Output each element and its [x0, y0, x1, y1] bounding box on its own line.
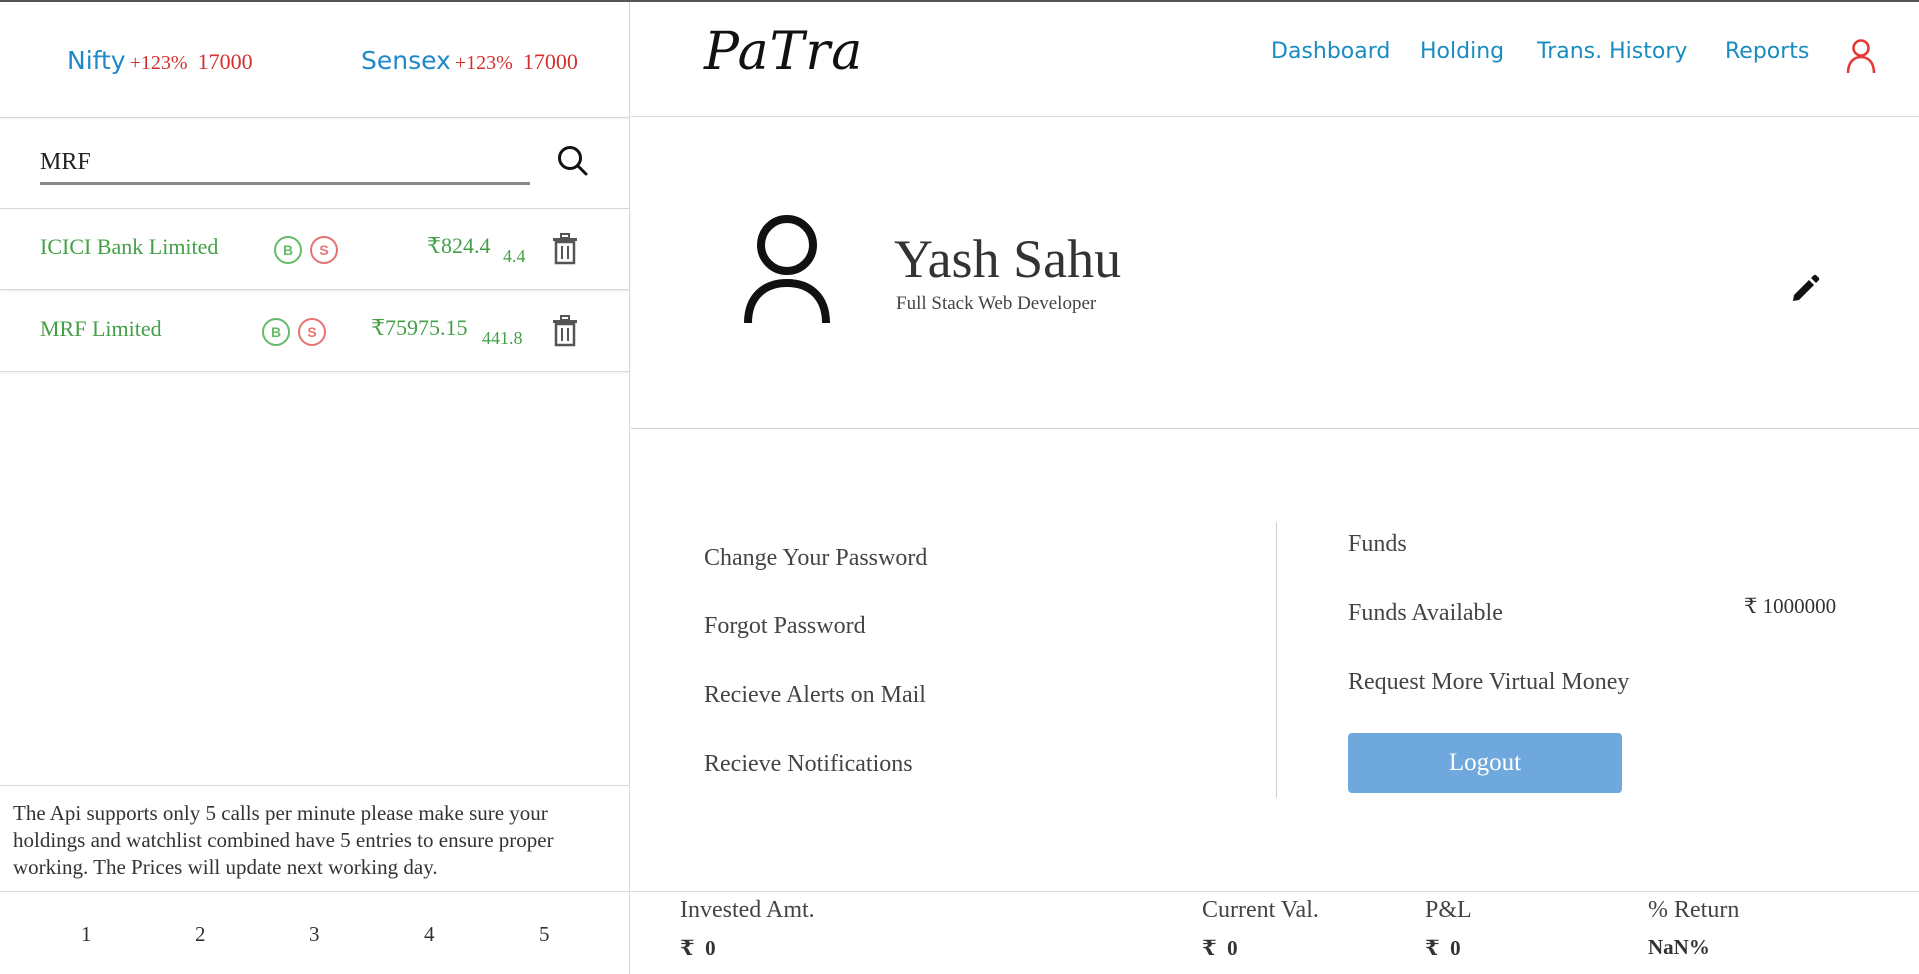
index-ticker-bar: Nifty +123% 17000 Sensex +123% 17000	[0, 2, 630, 118]
logout-button[interactable]: Logout	[1348, 733, 1622, 793]
edit-pencil-icon[interactable]	[1790, 274, 1820, 304]
invested-label: Invested Amt.	[680, 897, 815, 923]
ticker-value: 17000	[522, 49, 578, 74]
pnl-label: P&L	[1425, 897, 1472, 923]
alerts-mail-link[interactable]: Recieve Alerts on Mail	[704, 682, 926, 709]
api-limit-note: The Api supports only 5 calls per minute…	[0, 785, 629, 892]
current-value-label: Current Val.	[1202, 897, 1319, 923]
ticker-sensex: Sensex +123% 17000	[361, 46, 578, 75]
user-icon[interactable]	[1846, 38, 1876, 74]
ticker-value: 17000	[197, 49, 253, 74]
stock-name[interactable]: MRF Limited	[40, 316, 162, 342]
options-divider	[1276, 522, 1277, 798]
ticker-change: +123%	[454, 52, 513, 74]
ticker-change: +123%	[129, 52, 188, 74]
current-value: ₹ 0	[1202, 936, 1238, 960]
funds-title: Funds	[1348, 531, 1407, 557]
search-icon[interactable]	[556, 144, 590, 178]
note-text: The Api supports only 5 calls per minute…	[13, 801, 554, 879]
nav-trans-history[interactable]: Trans. History	[1537, 39, 1687, 64]
search-row	[0, 118, 630, 209]
profile-role: Full Stack Web Developer	[896, 293, 1097, 314]
search-input[interactable]	[40, 142, 530, 185]
buy-button[interactable]: B	[262, 318, 290, 346]
trash-icon[interactable]	[551, 233, 579, 265]
pnl-value: ₹ 0	[1425, 936, 1461, 960]
watchlist-item[interactable]: MRF Limited B S ₹75975.15 441.8	[0, 291, 630, 372]
brand-logo[interactable]: PaTra	[704, 22, 863, 82]
sell-button[interactable]: S	[310, 236, 338, 264]
stock-change: 4.4	[503, 246, 526, 266]
profile-divider	[631, 428, 1919, 429]
return-value: NaN%	[1648, 935, 1710, 959]
page-3[interactable]: 3	[309, 922, 320, 947]
page-5[interactable]: 5	[539, 922, 550, 947]
ticker-nifty: Nifty +123% 17000	[67, 46, 253, 75]
page-2[interactable]: 2	[195, 922, 206, 947]
stats-divider	[631, 891, 1919, 892]
stock-name[interactable]: ICICI Bank Limited	[40, 234, 218, 260]
page-4[interactable]: 4	[424, 922, 435, 947]
request-money-link[interactable]: Request More Virtual Money	[1348, 669, 1629, 696]
ticker-name: Nifty	[67, 46, 126, 75]
invested-value: ₹ 0	[680, 936, 716, 960]
watchlist-pagination: 1 2 3 4 5	[0, 922, 629, 962]
nav-dashboard[interactable]: Dashboard	[1271, 39, 1390, 64]
page-1[interactable]: 1	[81, 922, 92, 947]
watchlist-panel: Nifty +123% 17000 Sensex +123% 17000 ICI…	[0, 2, 630, 974]
change-password-link[interactable]: Change Your Password	[704, 545, 927, 572]
buy-button[interactable]: B	[274, 236, 302, 264]
return-label: % Return	[1648, 897, 1740, 923]
funds-available-value: ₹ 1000000	[1744, 594, 1837, 618]
funds-available-label: Funds Available	[1348, 600, 1503, 626]
notifications-link[interactable]: Recieve Notifications	[704, 751, 913, 778]
sell-button[interactable]: S	[298, 318, 326, 346]
profile-name: Yash Sahu	[894, 229, 1122, 289]
header-divider	[631, 116, 1919, 117]
trash-icon[interactable]	[551, 315, 579, 347]
forgot-password-link[interactable]: Forgot Password	[704, 613, 866, 640]
stock-price: ₹824.4	[427, 233, 491, 258]
ticker-name: Sensex	[361, 46, 451, 75]
stock-change: 441.8	[482, 328, 523, 348]
watchlist-item[interactable]: ICICI Bank Limited B S ₹824.4 4.4	[0, 209, 630, 290]
stock-price: ₹75975.15	[371, 315, 468, 340]
avatar-icon	[744, 215, 830, 324]
nav-reports[interactable]: Reports	[1725, 39, 1809, 64]
nav-holding[interactable]: Holding	[1420, 39, 1504, 64]
